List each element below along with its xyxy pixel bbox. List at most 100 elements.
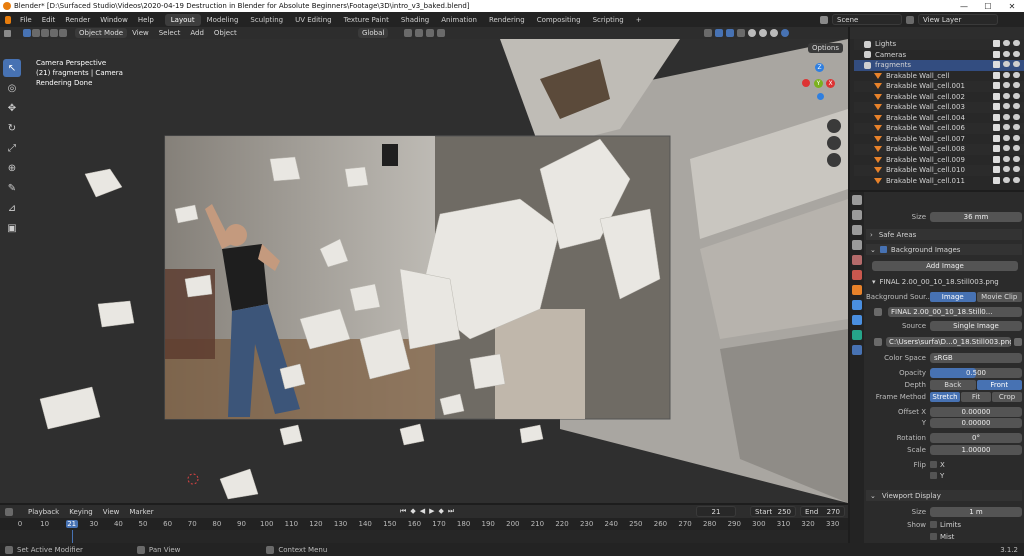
eye-icon[interactable]	[1003, 103, 1010, 109]
eye-icon[interactable]	[1003, 176, 1010, 183]
playhead-frame-label[interactable]: 21	[65, 520, 78, 528]
outliner-row[interactable]: Brakable Wall_cell.010	[854, 165, 1024, 176]
falloff-icon[interactable]	[437, 29, 445, 37]
frame-method-crop-option[interactable]: Crop	[992, 391, 1022, 402]
camera-view-icon[interactable]	[827, 153, 841, 167]
tab-modeling[interactable]: Modeling	[201, 14, 245, 26]
offset-y-field[interactable]: 0.00000	[930, 417, 1022, 428]
timeline-menu-keying[interactable]: Keying	[64, 508, 98, 516]
overlay-toggle-icon[interactable]	[726, 29, 734, 37]
depth-front-option[interactable]: Front	[976, 379, 1022, 390]
menu-edit[interactable]: Edit	[37, 16, 61, 24]
outliner-row[interactable]: Brakable Wall_cell.004	[854, 113, 1024, 124]
3d-viewport[interactable]: Camera Perspective (21) fragments | Came…	[0, 39, 848, 503]
camera-icon[interactable]	[1013, 61, 1020, 67]
camera-icon[interactable]	[1013, 134, 1020, 141]
add-workspace-button[interactable]: +	[630, 14, 648, 26]
source-dropdown[interactable]: Single Image	[930, 320, 1022, 331]
tab-layout[interactable]: Layout	[164, 13, 201, 26]
tab-scripting[interactable]: Scripting	[587, 14, 630, 26]
jump-keyframe-forward-icon[interactable]: ◆	[438, 507, 443, 516]
navigation-gizmo[interactable]: Z Y X	[800, 63, 840, 103]
menu-render[interactable]: Render	[60, 16, 95, 24]
camera-icon[interactable]	[1013, 176, 1020, 183]
select-new-icon[interactable]	[23, 29, 31, 37]
output-tab-icon[interactable]	[852, 225, 862, 235]
camera-icon[interactable]	[1013, 155, 1020, 162]
limits-checkbox[interactable]	[930, 521, 937, 528]
tool-tab-icon[interactable]	[852, 195, 862, 205]
camera-icon[interactable]	[1013, 50, 1020, 57]
viewport-menu-view[interactable]: View	[127, 29, 154, 37]
3d-cursor-icon[interactable]	[187, 473, 199, 485]
pivot-icon[interactable]	[404, 29, 412, 37]
bg-source-image-option[interactable]: Image	[930, 291, 976, 302]
gizmo-z-axis[interactable]: Z	[815, 63, 824, 72]
editor-type-icon[interactable]	[4, 29, 11, 37]
transform-tool-icon[interactable]: ⊕	[3, 159, 21, 177]
outliner-row[interactable]: Brakable Wall_cell.003	[854, 102, 1024, 113]
maximize-button[interactable]: ☐	[976, 0, 1000, 12]
outliner-row[interactable]: Brakable Wall_cell.008	[854, 144, 1024, 155]
current-frame-field[interactable]: 21	[696, 506, 736, 517]
play-icon[interactable]: ▶	[429, 507, 434, 516]
menu-window[interactable]: Window	[95, 16, 133, 24]
tab-animation[interactable]: Animation	[435, 14, 483, 26]
viewport-menu-select[interactable]: Select	[154, 29, 186, 37]
gizmo-y-axis[interactable]: Y	[814, 79, 823, 88]
camera-icon[interactable]	[1013, 103, 1020, 109]
menu-help[interactable]: Help	[133, 16, 159, 24]
tab-compositing[interactable]: Compositing	[531, 14, 587, 26]
viewport-menu-add[interactable]: Add	[185, 29, 209, 37]
eye-icon[interactable]	[1003, 145, 1010, 151]
outliner-row[interactable]: Brakable Wall_cell.011	[854, 176, 1024, 187]
proportional-edit-icon[interactable]	[426, 29, 434, 37]
tab-uv-editing[interactable]: UV Editing	[289, 14, 338, 26]
flip-x-checkbox[interactable]	[930, 461, 937, 468]
solid-shading-icon[interactable]	[759, 29, 767, 37]
menu-file[interactable]: File	[15, 16, 37, 24]
select-extend-icon[interactable]	[32, 29, 40, 37]
exclude-checkbox[interactable]	[993, 113, 1000, 121]
xray-icon[interactable]	[737, 29, 745, 37]
exclude-checkbox[interactable]	[993, 82, 1000, 89]
timeline-menu-playback[interactable]: Playback	[23, 508, 64, 516]
timeline-editor-icon[interactable]	[5, 507, 13, 516]
exclude-checkbox[interactable]	[993, 134, 1000, 142]
select-subtract-icon[interactable]	[41, 29, 49, 37]
flip-y-checkbox[interactable]	[930, 472, 937, 479]
add-cube-tool-icon[interactable]: ▣	[3, 219, 21, 237]
image-expand-icon[interactable]: ▾	[866, 278, 876, 286]
eye-icon[interactable]	[1003, 82, 1010, 88]
pan-hand-icon[interactable]	[827, 136, 841, 150]
viewport-menu-object[interactable]: Object	[209, 29, 242, 37]
eye-icon[interactable]	[1003, 134, 1010, 141]
select-intersect-icon[interactable]	[59, 29, 67, 37]
eye-icon[interactable]	[1003, 155, 1010, 162]
camera-icon[interactable]	[1013, 71, 1020, 78]
annotate-tool-icon[interactable]: ✎	[3, 179, 21, 197]
outliner-row[interactable]: Brakable Wall_cell	[854, 71, 1024, 82]
tab-rendering[interactable]: Rendering	[483, 14, 531, 26]
eye-icon[interactable]	[1003, 50, 1010, 57]
scene-selector[interactable]: Scene	[832, 14, 902, 25]
opacity-slider[interactable]: 0.500	[930, 367, 1022, 378]
filepath-field[interactable]: C:\Users\surfa\D...0_18.Still003.png	[886, 336, 1011, 347]
outliner-row[interactable]: Brakable Wall_cell.006	[854, 123, 1024, 134]
playhead-line[interactable]	[71, 530, 73, 543]
cursor-tool-icon[interactable]: ◎	[3, 79, 21, 97]
exclude-checkbox[interactable]	[993, 124, 1000, 131]
physics-tab-icon[interactable]	[852, 315, 862, 325]
mode-selector[interactable]: Object Mode	[75, 28, 128, 38]
exclude-checkbox[interactable]	[993, 92, 1000, 100]
outliner-row[interactable]: Brakable Wall_cell.009	[854, 155, 1024, 166]
bg-source-movie-clip-option[interactable]: Movie Clip	[976, 291, 1022, 302]
outliner-row[interactable]: Brakable Wall_cell.002	[854, 92, 1024, 103]
outliner-row[interactable]: Cameras	[854, 50, 1024, 61]
camera-icon[interactable]	[1013, 92, 1020, 99]
play-reverse-icon[interactable]: ◀	[420, 507, 425, 516]
scene-tab-icon[interactable]	[852, 255, 862, 265]
constraint-tab-icon[interactable]	[852, 330, 862, 340]
exclude-checkbox[interactable]	[993, 145, 1000, 152]
minimize-button[interactable]: —	[952, 0, 976, 12]
